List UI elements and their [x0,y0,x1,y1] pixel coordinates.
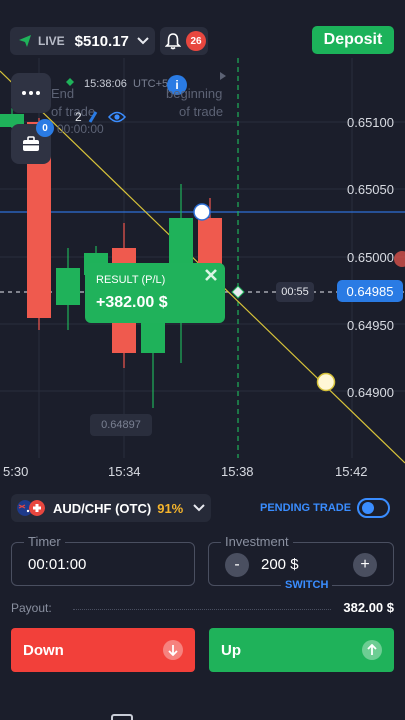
arrow-up-icon [362,640,382,660]
chevron-down-icon [193,504,205,512]
time-tick: 15:34 [108,464,141,479]
investment-field[interactable]: Investment - 200 $ + SWITCH [208,534,394,591]
timezone-label: UTC+5 [133,78,169,90]
investment-value: 200 $ [261,556,299,573]
menu-button[interactable] [11,73,51,113]
beginning-of-trade-label-2: of trade [179,104,224,119]
time-marker-icon [66,78,74,86]
notifications-badge: 26 [186,31,206,51]
end-of-trade-label-1: End [51,86,75,101]
candle [56,268,80,305]
payout-value: 382.00 $ [343,600,394,615]
price-tick: 0.64900 [347,385,394,400]
low-price-label: 0.64897 [90,414,152,436]
price-tick: 0.64950 [347,318,394,333]
time-marker-icon [220,72,226,80]
trade-direction-icon [88,111,98,123]
more-dots-icon [22,91,40,95]
open-trades-badge: 0 [36,119,54,137]
bottom-nav-icon[interactable] [111,714,133,720]
top-bar: LIVE $510.17 26 Deposit [0,0,405,58]
investment-label: Investment [221,534,293,549]
down-button[interactable]: Down [11,628,195,672]
time-tick: 15:38 [221,464,254,479]
investment-increase-button[interactable]: + [353,553,377,577]
trade-close-point [231,285,245,299]
trade-count: 2 [75,110,82,124]
price-tick: 0.65100 [347,115,394,130]
chevron-down-icon [137,37,149,45]
result-value: +382.00 $ [96,294,168,311]
timer-label: Timer [24,534,65,549]
notifications-button[interactable]: 26 [160,27,208,55]
asset-payout-percent: 91% [157,500,184,516]
result-title: RESULT (P/L) [96,274,166,286]
investment-decrease-button[interactable]: - [225,553,249,577]
asset-name: AUD/CHF (OTC) [53,500,152,516]
live-candle-glow [394,251,405,267]
trend-handle[interactable] [316,372,336,392]
result-popup: RESULT (P/L) +382.00 $ [85,263,225,323]
payout-label: Payout: [11,601,52,615]
account-selector[interactable]: LIVE $510.17 [10,27,155,55]
eye-icon[interactable] [108,110,126,124]
timer-value: 00:01:00 [28,556,87,573]
timer-field[interactable]: Timer 00:01:00 [11,534,195,586]
pending-trade-label: PENDING TRADE [260,502,352,514]
asset-selector[interactable]: AUD/CHF (OTC) 91% [11,494,211,522]
pending-trade-toggle[interactable] [357,498,390,518]
send-icon [19,35,31,47]
time-tick: 5:30 [3,464,29,479]
asset-row: AUD/CHF (OTC) 91% PENDING TRADE [0,490,405,526]
payout-divider [73,609,331,610]
time-tick: 15:42 [335,464,368,479]
deposit-button[interactable]: Deposit [312,26,394,54]
toggle-knob [362,502,374,514]
expiration-countdown: 00:55 [276,282,314,302]
account-mode-label: LIVE [38,34,65,48]
price-tick: 0.65050 [347,182,394,197]
current-price-tag: 0.64985 [337,280,403,302]
server-time: 15:38:06 [84,78,127,90]
chf-flag-icon [29,500,45,516]
price-chart[interactable]: 15:38:06 UTC+5 i End of trade beginning … [0,58,405,490]
up-label: Up [221,641,241,659]
price-tick: 0.65000 [347,250,394,265]
bell-icon [165,33,181,50]
briefcase-icon [23,136,39,151]
balance-value: $510.17 [74,32,129,50]
trade-entry-point[interactable] [193,203,211,221]
beginning-of-trade-label-1: beginning [166,86,223,101]
trade-timer: 00:00:00 [57,122,104,136]
close-icon[interactable] [203,267,219,283]
up-button[interactable]: Up [209,628,394,672]
switch-button[interactable]: SWITCH [281,579,333,591]
arrow-down-icon [163,640,183,660]
payout-row: Payout: 382.00 $ [11,599,394,617]
down-label: Down [23,641,64,659]
